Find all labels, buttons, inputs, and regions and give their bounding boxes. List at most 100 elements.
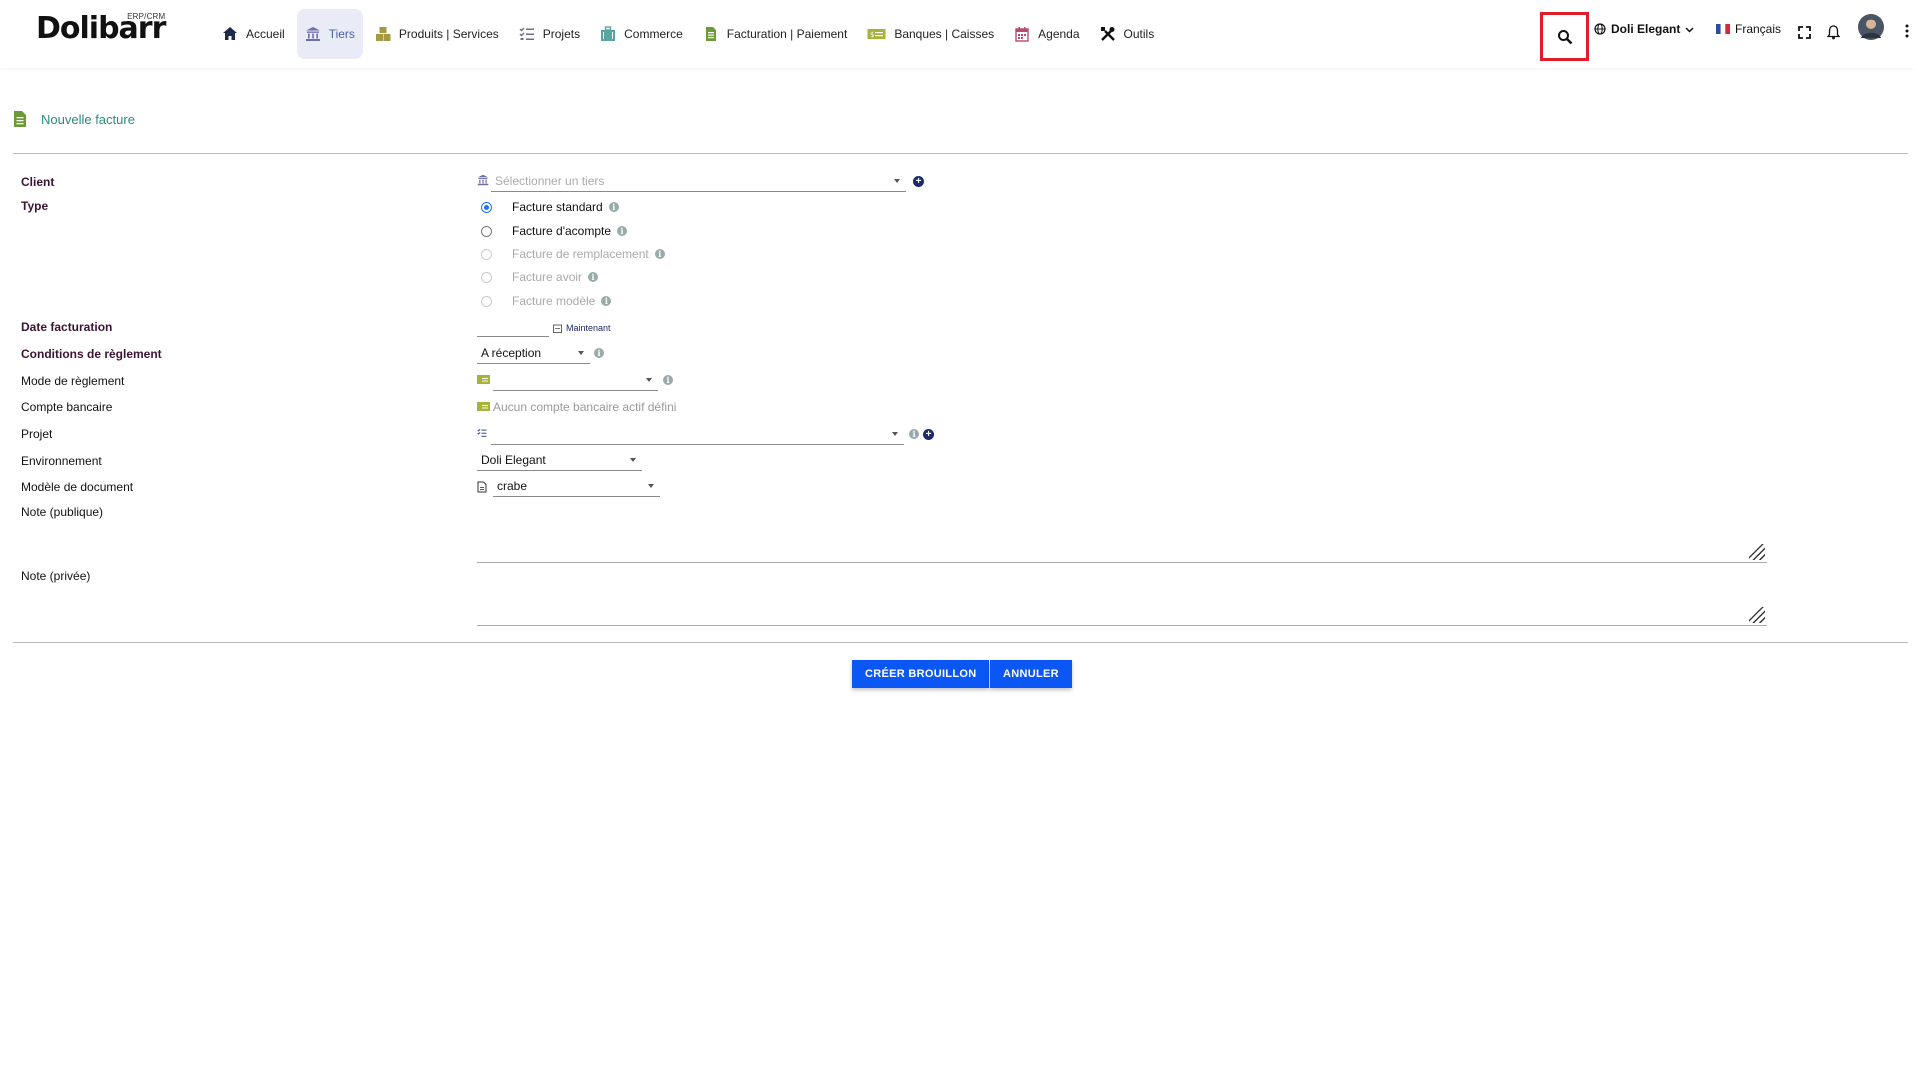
more-vertical-icon xyxy=(1905,24,1909,38)
mode-select[interactable] xyxy=(493,371,658,391)
conditions-select[interactable]: A réception xyxy=(477,344,590,364)
invoice-icon xyxy=(705,27,716,41)
projet-label: Projet xyxy=(21,427,53,441)
fullscreen-button[interactable] xyxy=(1798,26,1811,39)
conditions-label: Conditions de règlement xyxy=(21,347,162,361)
chevron-down-icon xyxy=(1685,26,1694,33)
note-publique-textarea[interactable] xyxy=(477,513,1767,563)
info-icon: i xyxy=(588,272,599,282)
conditions-value: A réception xyxy=(481,346,542,360)
modele-label: Modèle de document xyxy=(21,480,134,494)
menu-item-produits-services[interactable]: Produits | Services xyxy=(367,9,507,59)
menu-item-commerce[interactable]: Commerce xyxy=(592,9,691,59)
note-publique-label: Note (publique) xyxy=(21,505,104,519)
menu-label-produits: Produits | Services xyxy=(398,27,499,41)
building-icon xyxy=(477,174,489,186)
menu-item-accueil[interactable]: Accueil xyxy=(214,9,293,59)
menu-label-tiers: Tiers xyxy=(328,27,355,41)
resize-grip-icon[interactable] xyxy=(1749,607,1765,623)
home-icon xyxy=(223,27,237,40)
page-header: Nouvelle facture xyxy=(13,110,135,128)
globe-icon xyxy=(1594,23,1606,35)
type-option-standard[interactable]: Facture standard i xyxy=(481,200,619,214)
client-label: Client xyxy=(21,175,55,189)
page-title: Nouvelle facture xyxy=(41,111,135,127)
compte-label: Compte bancaire xyxy=(21,400,113,414)
menu-label-outils: Outils xyxy=(1123,27,1155,41)
type-option-label: Facture avoir xyxy=(512,270,583,284)
bell-icon xyxy=(1827,25,1840,40)
entity-selector[interactable]: Doli Elegant xyxy=(1594,22,1694,36)
now-label: Maintenant xyxy=(566,323,611,333)
calendar-icon xyxy=(553,324,562,333)
building-icon xyxy=(305,27,320,41)
user-avatar[interactable] xyxy=(1858,14,1884,40)
info-icon: i xyxy=(663,375,673,385)
avatar-icon xyxy=(1858,14,1884,40)
tasks-icon xyxy=(477,428,487,437)
now-button[interactable]: Maintenant xyxy=(553,323,611,333)
file-icon xyxy=(477,481,487,493)
caret-down-icon xyxy=(894,179,900,183)
logo-subtitle: ERP/CRM xyxy=(127,12,166,21)
money-icon: $ xyxy=(867,29,886,39)
menu-label-facturation: Facturation | Paiement xyxy=(726,27,848,41)
language-selector[interactable]: Français xyxy=(1716,22,1781,36)
type-option-label: Facture d'acompte xyxy=(512,224,612,238)
caret-down-icon xyxy=(646,378,652,382)
date-input[interactable] xyxy=(477,317,549,337)
tasks-icon xyxy=(519,27,534,40)
dolibarr-logo[interactable]: Dolibarr ERP/CRM xyxy=(36,12,166,44)
suitcase-icon xyxy=(601,26,616,41)
menu-item-tiers[interactable]: Tiers xyxy=(296,9,363,59)
more-menu-button[interactable] xyxy=(1905,24,1909,38)
language-label: Français xyxy=(1735,22,1782,36)
menu-label-projets: Projets xyxy=(542,27,581,41)
france-flag-icon xyxy=(1716,24,1730,34)
add-project-icon[interactable]: + xyxy=(923,429,934,440)
search-button[interactable] xyxy=(1540,12,1589,61)
radio-acompte[interactable] xyxy=(481,225,492,237)
compte-value: Aucun compte bancaire actif défini xyxy=(493,400,677,414)
menu-item-outils[interactable]: Outils xyxy=(1092,9,1163,59)
menu-item-projets[interactable]: Projets xyxy=(511,9,588,59)
modele-select[interactable]: crabe xyxy=(493,477,660,497)
menu-item-agenda[interactable]: Agenda xyxy=(1006,9,1087,59)
entity-name: Doli Elegant xyxy=(1611,22,1681,36)
add-client-icon[interactable]: + xyxy=(913,176,924,187)
caret-down-icon xyxy=(578,351,584,355)
type-option-label: Facture standard xyxy=(512,200,603,214)
projet-select[interactable] xyxy=(491,425,904,445)
notifications-button[interactable] xyxy=(1827,25,1840,40)
create-draft-button[interactable]: CRÉER BROUILLON xyxy=(852,660,990,688)
radio-modele xyxy=(481,295,492,307)
menu-item-banques[interactable]: $ Banques | Caisses xyxy=(859,9,1002,59)
type-option-label: Facture de remplacement xyxy=(512,247,649,261)
info-icon: i xyxy=(909,429,919,439)
type-option-avoir: Facture avoir i xyxy=(481,270,599,284)
menu-item-facturation[interactable]: Facturation | Paiement xyxy=(695,9,856,59)
main-menu: Accueil Tiers Produits | Services Projet… xyxy=(214,9,1166,59)
cancel-button[interactable]: ANNULER xyxy=(990,660,1072,688)
environnement-label: Environnement xyxy=(21,454,102,468)
note-privee-textarea[interactable] xyxy=(477,576,1767,626)
menu-label-accueil: Accueil xyxy=(246,27,285,41)
type-option-modele: Facture modèle i xyxy=(481,294,612,308)
menu-label-agenda: Agenda xyxy=(1038,27,1080,41)
info-icon: i xyxy=(608,202,619,212)
date-label: Date facturation xyxy=(21,320,113,334)
calendar-icon xyxy=(1015,27,1029,42)
divider xyxy=(13,153,1908,154)
type-option-acompte[interactable]: Facture d'acompte i xyxy=(481,224,628,238)
caret-down-icon xyxy=(648,484,654,488)
info-icon: i xyxy=(594,348,604,358)
money-icon xyxy=(477,375,490,384)
radio-standard[interactable] xyxy=(481,201,492,213)
money-icon xyxy=(477,402,490,411)
menu-label-banques: Banques | Caisses xyxy=(894,27,995,41)
environnement-select[interactable]: Doli Elegant xyxy=(477,451,642,471)
resize-grip-icon[interactable] xyxy=(1749,544,1765,560)
environnement-value: Doli Elegant xyxy=(481,453,546,467)
info-icon: i xyxy=(601,296,612,306)
client-select[interactable]: Sélectionner un tiers xyxy=(491,172,906,192)
